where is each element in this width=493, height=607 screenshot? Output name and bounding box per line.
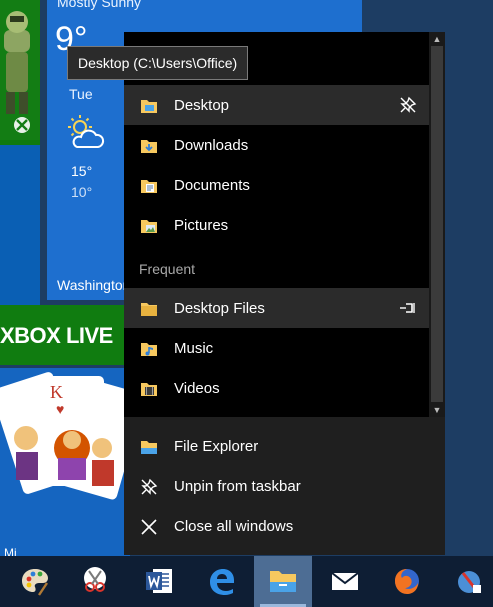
tile-solitaire[interactable]: K ♥ Mi bbox=[0, 368, 130, 556]
jump-list: Desktop Downloads Documents Pictures Fre… bbox=[124, 32, 445, 555]
tile-xbox-live[interactable]: XBOX LIVE bbox=[0, 305, 130, 365]
avatar-figure-icon bbox=[4, 11, 30, 133]
weather-day: Tue bbox=[69, 86, 93, 102]
folder-pictures-icon bbox=[141, 220, 157, 233]
task-label: Unpin from taskbar bbox=[174, 478, 301, 495]
tile-blue[interactable] bbox=[0, 145, 40, 305]
task-file-explorer[interactable]: File Explorer bbox=[124, 427, 445, 467]
taskbar-button-file-explorer[interactable] bbox=[254, 556, 312, 607]
jump-list-item-music[interactable]: Music bbox=[124, 328, 429, 368]
playing-cards-icon: K ♥ bbox=[0, 372, 130, 500]
folder-music-icon bbox=[141, 343, 157, 356]
file-explorer-icon bbox=[270, 571, 296, 592]
word-icon bbox=[146, 569, 172, 593]
frequent-heading: Frequent bbox=[139, 261, 196, 277]
svg-text:♥: ♥ bbox=[56, 401, 64, 417]
task-label: File Explorer bbox=[174, 438, 259, 455]
jump-list-item-desktop[interactable]: Desktop bbox=[124, 85, 429, 125]
jump-list-scrollbar[interactable]: ▲ ▼ bbox=[429, 32, 445, 417]
task-close-all-windows[interactable]: Close all windows bbox=[124, 507, 445, 547]
jump-list-tasks: File Explorer Unpin from taskbar Close a… bbox=[124, 417, 445, 555]
svg-text:K: K bbox=[50, 382, 63, 402]
weather-high: 15° bbox=[71, 163, 93, 179]
jump-list-item-desktop-files[interactable]: Desktop Files bbox=[124, 288, 429, 328]
xbox-live-label: XBOX LIVE bbox=[0, 323, 113, 348]
taskbar-button-mail[interactable] bbox=[316, 556, 374, 607]
weather-low: 10° bbox=[71, 184, 93, 200]
folder-icon bbox=[141, 303, 157, 316]
taskbar-button-edge[interactable] bbox=[192, 556, 250, 607]
jump-list-item-label: Pictures bbox=[174, 217, 229, 234]
taskbar-button-snipping-tool[interactable] bbox=[66, 556, 124, 607]
folder-downloads-icon bbox=[141, 140, 157, 153]
unpin-icon bbox=[141, 478, 158, 495]
edge-icon bbox=[210, 569, 234, 595]
jump-list-items-area: Desktop Downloads Documents Pictures Fre… bbox=[124, 32, 445, 417]
app-icon bbox=[458, 571, 481, 593]
unpin-icon[interactable] bbox=[399, 96, 417, 114]
jump-list-item-downloads[interactable]: Downloads bbox=[124, 125, 429, 165]
pin-icon[interactable] bbox=[399, 299, 417, 317]
taskbar-button-word[interactable] bbox=[130, 556, 188, 607]
tooltip: Desktop (C:\Users\Office) bbox=[67, 46, 249, 80]
firefox-icon bbox=[395, 569, 419, 594]
task-unpin-from-taskbar[interactable]: Unpin from taskbar bbox=[124, 467, 445, 507]
weather-city: Washington bbox=[57, 277, 131, 293]
tile-xbox-avatar[interactable] bbox=[0, 0, 40, 140]
taskbar-button-firefox[interactable] bbox=[378, 556, 436, 607]
jump-list-item-videos[interactable]: Videos bbox=[124, 368, 429, 408]
taskbar-button-other[interactable] bbox=[440, 556, 493, 607]
jump-list-item-documents[interactable]: Documents bbox=[124, 165, 429, 205]
scroll-up-arrow-icon[interactable]: ▲ bbox=[429, 32, 445, 46]
snipping-tool-icon bbox=[84, 567, 106, 592]
task-label: Close all windows bbox=[174, 518, 294, 535]
jump-list-item-label: Documents bbox=[174, 177, 250, 194]
taskbar bbox=[0, 556, 493, 607]
close-icon bbox=[141, 519, 157, 535]
folder-documents-icon bbox=[141, 180, 157, 193]
scroll-down-arrow-icon[interactable]: ▼ bbox=[429, 403, 445, 417]
solitaire-label: Mi bbox=[4, 546, 17, 556]
mail-icon bbox=[331, 572, 359, 590]
jump-list-item-label: Desktop Files bbox=[174, 300, 265, 317]
paint-palette-icon bbox=[22, 569, 48, 596]
jump-list-item-label: Desktop bbox=[174, 97, 230, 114]
jump-list-item-label: Downloads bbox=[174, 137, 249, 154]
taskbar-button-paint[interactable] bbox=[6, 556, 64, 607]
partly-sunny-icon bbox=[68, 115, 105, 148]
folder-desktop-icon bbox=[141, 100, 157, 113]
folder-videos-icon bbox=[141, 383, 157, 396]
scrollbar-thumb[interactable] bbox=[431, 46, 443, 402]
weather-condition: Mostly Sunny bbox=[57, 0, 142, 10]
file-explorer-icon bbox=[141, 441, 157, 454]
jump-list-item-pictures[interactable]: Pictures bbox=[124, 205, 429, 245]
jump-list-item-label: Videos bbox=[174, 380, 220, 397]
jump-list-item-label: Music bbox=[174, 340, 214, 357]
